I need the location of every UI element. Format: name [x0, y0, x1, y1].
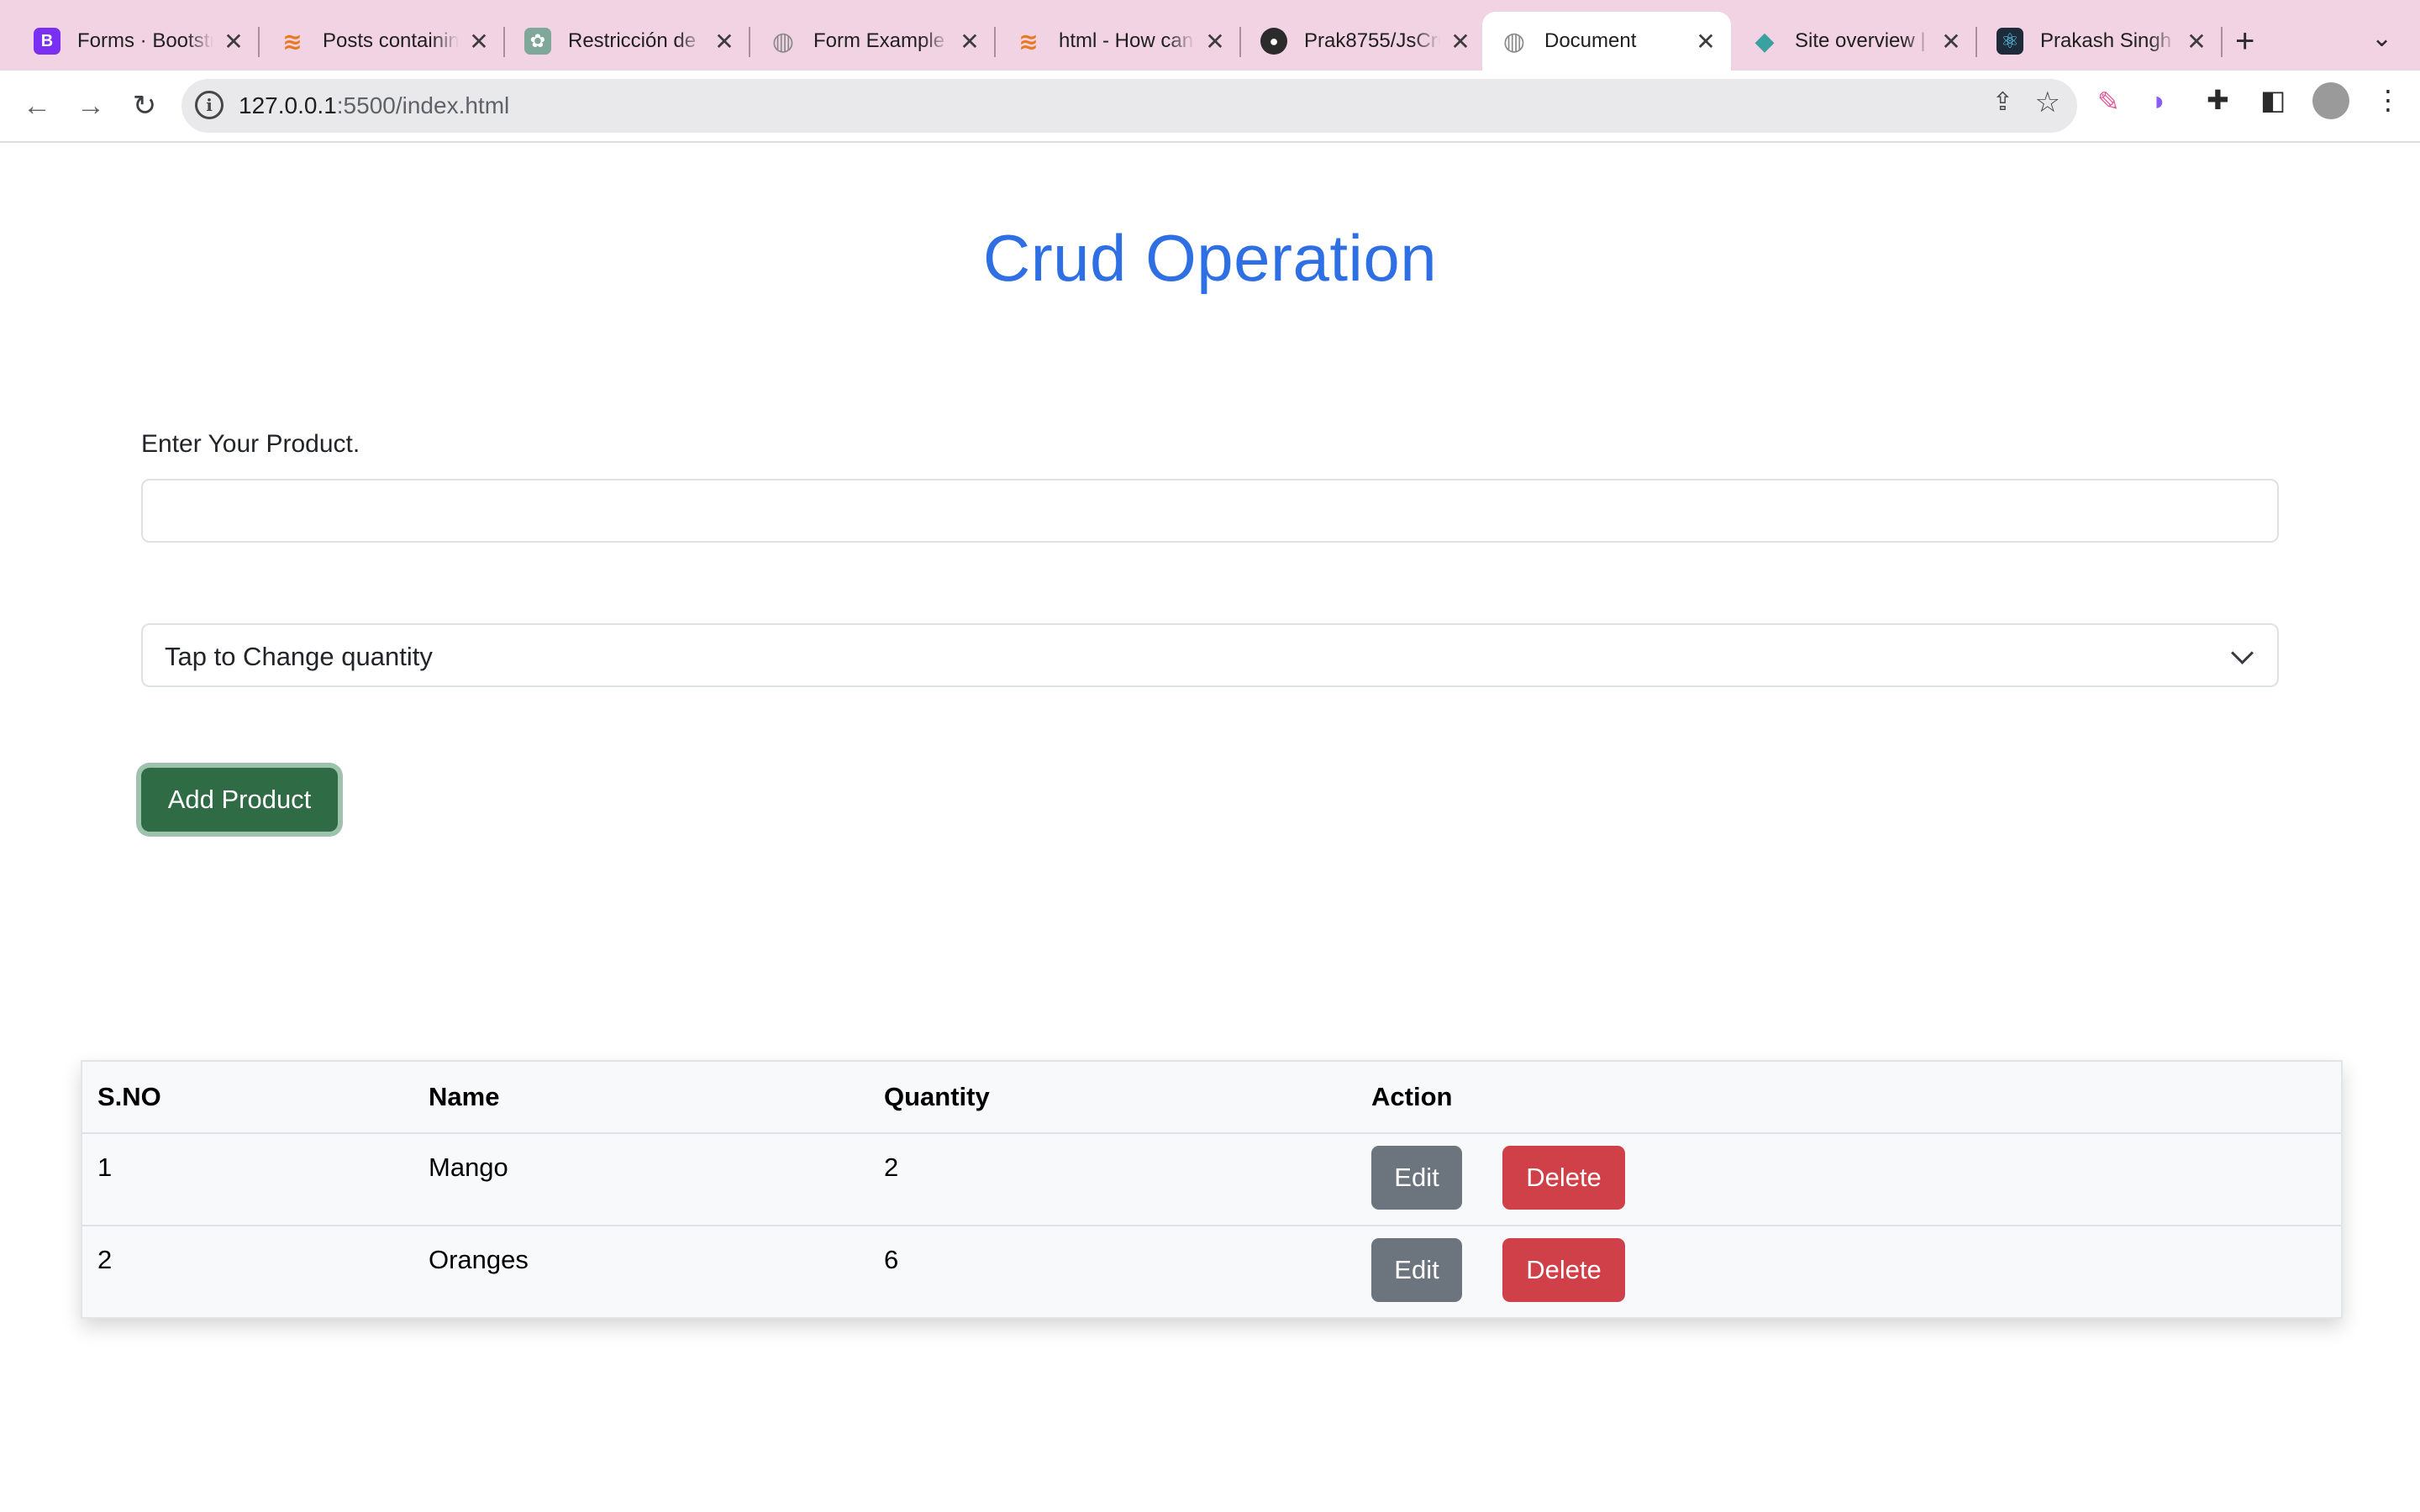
tab-title: Document — [1544, 29, 1637, 52]
cell-sno: 2 — [97, 1245, 113, 1274]
cell-name: Mango — [429, 1152, 508, 1182]
tab-separator — [994, 27, 996, 57]
close-icon[interactable]: ✕ — [1939, 28, 1963, 55]
tab-separator — [503, 27, 505, 57]
close-icon[interactable]: ✕ — [467, 28, 491, 55]
forward-arrow-icon[interactable]: → — [71, 86, 111, 126]
tab-separator — [1975, 27, 1977, 57]
close-icon[interactable]: ✕ — [1694, 28, 1718, 55]
profile-avatar[interactable] — [2312, 82, 2349, 119]
bookmark-star-icon[interactable]: ☆ — [2035, 86, 2060, 119]
header-quantity: Quantity — [884, 1082, 990, 1111]
delete-button[interactable]: Delete — [1502, 1238, 1625, 1302]
tab-separator — [1239, 27, 1241, 57]
chevron-down-icon — [2231, 642, 2254, 664]
tab-document[interactable]: ◍ Document ✕ — [1482, 12, 1731, 71]
tab-search-chevron-icon[interactable]: ⌄ — [2371, 24, 2392, 53]
tab-title: Prak8755/JsCrud — [1304, 29, 1440, 52]
table-row: 1 Mango 2 Edit Delete — [82, 1132, 2341, 1226]
react-icon: ⚛ — [1996, 28, 2023, 55]
bootstrap-icon: B — [34, 28, 60, 55]
stackoverflow-icon: ≋ — [282, 28, 302, 55]
tab-title: Site overview | — [1795, 29, 1926, 52]
header-sno: S.NO — [97, 1082, 161, 1111]
tab-title: Prakash Singh — [2040, 29, 2172, 52]
tab-title: Forms · Bootstrap — [77, 29, 213, 52]
cell-quantity: 6 — [884, 1245, 899, 1274]
tab-title: Form Example — [813, 29, 945, 52]
close-icon[interactable]: ✕ — [2185, 28, 2208, 55]
side-panel-icon[interactable]: ◧ — [2260, 84, 2286, 116]
tab-restriccion[interactable]: ✿ Restricción de ✕ — [506, 12, 750, 71]
tab-form-example[interactable]: ◍ Form Example ✕ — [751, 12, 996, 71]
url-path: :5500/index.html — [336, 92, 510, 118]
tab-title: Restricción de — [568, 29, 697, 52]
tab-site-overview[interactable]: ◆ Site overview | ✕ — [1733, 12, 1977, 71]
github-icon: ● — [1260, 28, 1287, 55]
quantity-select-value: Tap to Change quantity — [165, 642, 433, 671]
header-action: Action — [1371, 1082, 1453, 1111]
browser-toolbar: ← → ↻ i 127.0.0.1:5500/index.html ⇪ ☆ ✎ … — [0, 71, 2420, 143]
product-input[interactable] — [141, 479, 2279, 543]
close-icon[interactable]: ✕ — [1203, 28, 1227, 55]
url-host: 127.0.0.1 — [239, 92, 337, 118]
globe-icon: ◍ — [771, 27, 795, 55]
site-info-icon[interactable]: i — [195, 91, 224, 119]
add-product-button[interactable]: Add Product — [141, 768, 338, 832]
share-icon[interactable]: ⇪ — [1992, 87, 2013, 117]
close-icon[interactable]: ✕ — [958, 28, 981, 55]
delete-button[interactable]: Delete — [1502, 1146, 1625, 1210]
stackoverflow-icon: ≋ — [1018, 28, 1039, 55]
tab-separator — [258, 27, 260, 57]
cell-sno: 1 — [97, 1152, 113, 1182]
close-icon[interactable]: ✕ — [713, 28, 736, 55]
page-title: Crud Operation — [982, 221, 1438, 295]
edit-button[interactable]: Edit — [1371, 1146, 1462, 1210]
back-arrow-icon[interactable]: ← — [17, 86, 57, 126]
new-tab-button[interactable]: + — [2235, 20, 2254, 62]
tab-title: html - How can — [1059, 29, 1194, 52]
tab-bootstrap-forms[interactable]: B Forms · Bootstrap ✕ — [15, 12, 260, 71]
edit-button[interactable]: Edit — [1371, 1238, 1462, 1302]
close-icon[interactable]: ✕ — [1449, 28, 1472, 55]
tab-github-jscrud[interactable]: ● Prak8755/JsCrud ✕ — [1242, 12, 1486, 71]
tab-strip: B Forms · Bootstrap ✕ ≋ Posts containing… — [0, 0, 2420, 71]
close-icon[interactable]: ✕ — [222, 28, 245, 55]
extensions-puzzle-icon[interactable]: ✚ — [2207, 84, 2229, 116]
tab-separator — [2221, 27, 2223, 57]
url-text[interactable]: 127.0.0.1:5500/index.html — [239, 92, 509, 119]
tab-prakash-singh[interactable]: ⚛ Prakash Singh ✕ — [1978, 12, 2223, 71]
tab-posts-containing[interactable]: ≋ Posts containing ✕ — [260, 12, 505, 71]
tab-separator — [749, 27, 750, 57]
color-picker-extension-icon[interactable]: ✎ — [2097, 86, 2120, 118]
table-header-row: S.NO Name Quantity Action — [82, 1062, 2341, 1134]
globe-icon: ◍ — [1502, 27, 1526, 55]
cell-name: Oranges — [429, 1245, 529, 1274]
netlify-icon: ◆ — [1754, 27, 1775, 55]
header-name: Name — [429, 1082, 500, 1111]
tab-html-how-can[interactable]: ≋ html - How can ✕ — [997, 12, 1241, 71]
browser-menu-icon[interactable]: ⋮ — [2375, 84, 2402, 116]
tab-title: Posts containing — [323, 29, 459, 52]
quantity-select[interactable]: Tap to Change quantity — [141, 623, 2279, 687]
address-bar[interactable]: i 127.0.0.1:5500/index.html ⇪ ☆ — [182, 79, 2077, 133]
product-label: Enter Your Product. — [141, 430, 360, 458]
products-table: S.NO Name Quantity Action 1 Mango 2 Edit… — [81, 1060, 2343, 1319]
openai-icon: ✿ — [524, 28, 551, 55]
reload-icon[interactable]: ↻ — [124, 86, 165, 126]
table-row: 2 Oranges 6 Edit Delete — [82, 1225, 2341, 1317]
extension-purple-icon[interactable]: ◗ — [2151, 86, 2167, 117]
cell-quantity: 2 — [884, 1152, 899, 1182]
